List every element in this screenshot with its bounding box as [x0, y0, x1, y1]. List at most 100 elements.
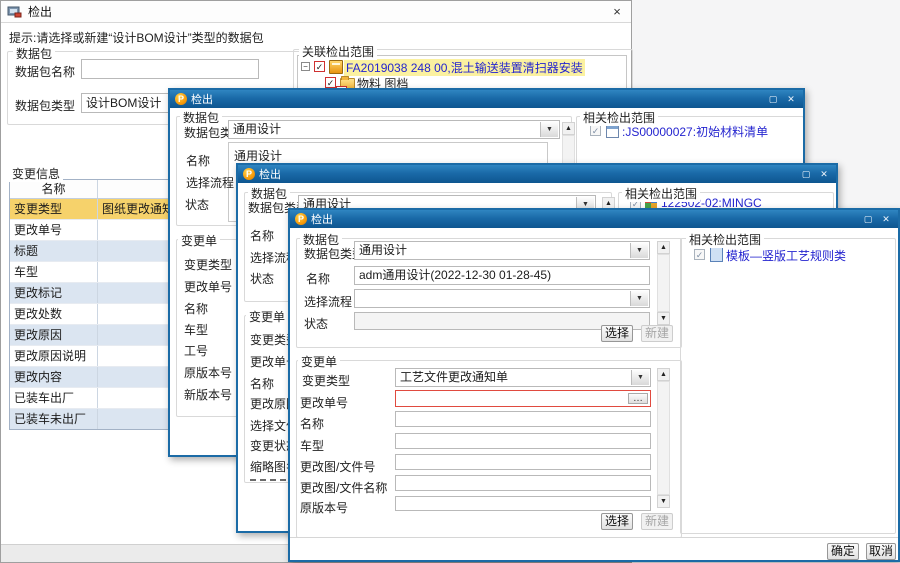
- maximize-icon[interactable]: ▢: [799, 168, 813, 180]
- w4-pkg-select-button[interactable]: 选择: [601, 325, 633, 342]
- w3-name-label: 名称: [250, 227, 274, 244]
- w1-scope-group-label: 关联检出范围: [299, 43, 377, 60]
- w4-pkg-new-button[interactable]: 新建: [641, 325, 673, 342]
- w4-status-label: 状态: [304, 315, 328, 332]
- w4-scope-group-label: 相关检出范围: [686, 231, 764, 248]
- w2-status-label: 状态: [185, 196, 209, 213]
- w4-scope-groupbox: [680, 238, 896, 534]
- ok-button[interactable]: 确定: [827, 543, 859, 560]
- w4-change-group-label: 变更单: [298, 353, 340, 370]
- w1-change-info-label: 变更信息: [9, 165, 63, 182]
- w1-titlebar[interactable]: 检出 ×: [1, 1, 631, 23]
- w3-titlebar[interactable]: P 检出 ▢ ✕: [238, 165, 836, 183]
- document-icon: [606, 124, 619, 138]
- w4-drawing-name-input[interactable]: [395, 475, 651, 491]
- w3-status-label: 状态: [250, 270, 274, 287]
- table-row[interactable]: 更改内容: [10, 367, 172, 388]
- document-icon: [710, 247, 723, 262]
- w2-list-item[interactable]: 通用设计: [234, 147, 552, 164]
- w1-package-name-input[interactable]: [81, 59, 259, 79]
- scroll-up-icon[interactable]: ▲: [562, 122, 575, 135]
- w4-chg-new-button[interactable]: 新建: [641, 513, 673, 530]
- scroll-down-icon[interactable]: ▼: [657, 312, 670, 325]
- w4-change-type-label: 变更类型: [302, 372, 350, 389]
- w2-name-label: 名称: [186, 152, 210, 169]
- w4-chg-label: 原版本号: [300, 499, 348, 516]
- col-value-header: [98, 180, 172, 198]
- w4-change-type-combo[interactable]: 工艺文件更改通知单 ▼: [395, 368, 651, 387]
- chevron-down-icon[interactable]: ▼: [631, 370, 649, 385]
- w4-change-no-input[interactable]: …: [395, 390, 651, 407]
- table-row[interactable]: 变更类型图纸更改通知单: [10, 199, 172, 220]
- p-logo-icon: P: [175, 93, 187, 105]
- w4-scope-checkbox[interactable]: ✓: [694, 249, 705, 260]
- w4-chg-label: 名称: [300, 415, 324, 432]
- w4-chg-label: 更改图/文件号: [300, 458, 375, 475]
- chevron-down-icon[interactable]: ▼: [630, 243, 648, 258]
- w4-flow-combo[interactable]: ▼: [354, 289, 650, 308]
- table-row[interactable]: 车型: [10, 262, 172, 283]
- w4-scope-item[interactable]: 模板—竖版工艺规则类: [726, 247, 846, 264]
- table-row[interactable]: 更改单号: [10, 220, 172, 241]
- w4-chg-label: 更改图/文件名称: [300, 479, 387, 496]
- tree-root-label[interactable]: FA2019038 248 00,混土输送装置清扫器安装: [344, 59, 585, 76]
- close-icon[interactable]: ×: [609, 4, 625, 20]
- p-logo-icon: P: [243, 168, 255, 180]
- w4-chg-select-button[interactable]: 选择: [601, 513, 633, 530]
- table-row[interactable]: 更改原因: [10, 325, 172, 346]
- w4-chg-label: 更改单号: [300, 394, 348, 411]
- close-icon[interactable]: ✕: [817, 168, 831, 180]
- close-icon[interactable]: ✕: [879, 213, 893, 225]
- w4-chg-name-input[interactable]: [395, 411, 651, 427]
- w2-scope-group-label: 相关检出范围: [580, 109, 658, 126]
- w4-name-label: 名称: [306, 270, 330, 287]
- w2-package-type-combo[interactable]: 通用设计 ▼: [228, 120, 560, 139]
- table-row[interactable]: 更改标记: [10, 283, 172, 304]
- scroll-up-icon[interactable]: ▲: [657, 241, 670, 254]
- w2-chg-label: 更改单号: [184, 278, 232, 295]
- w3-chg-label: 名称: [250, 375, 274, 392]
- table-header: 名称: [10, 180, 172, 199]
- scroll-down-icon[interactable]: ▼: [657, 495, 670, 508]
- table-row[interactable]: 更改处数: [10, 304, 172, 325]
- w4-title: 检出: [311, 211, 333, 227]
- w2-titlebar[interactable]: P 检出 ▢ ✕: [170, 90, 803, 108]
- browse-icon[interactable]: …: [628, 393, 648, 404]
- w4-package-type-combo[interactable]: 通用设计 ▼: [354, 241, 650, 260]
- maximize-icon[interactable]: ▢: [766, 93, 780, 105]
- w2-change-group-label: 变更单: [178, 232, 220, 249]
- chevron-down-icon[interactable]: ▼: [630, 291, 648, 306]
- w4-old-version-input[interactable]: [395, 496, 651, 511]
- table-row[interactable]: 已装车未出厂: [10, 409, 172, 429]
- w4-flow-label: 选择流程: [304, 293, 352, 310]
- table-row[interactable]: 更改原因说明: [10, 346, 172, 367]
- w4-package-group-label: 数据包: [300, 231, 342, 248]
- tree-root-checkbox[interactable]: ✓: [314, 61, 325, 72]
- w2-chg-label: 变更类型: [184, 256, 232, 273]
- w4-pkg-scrollbar[interactable]: [657, 254, 670, 312]
- chevron-down-icon[interactable]: ▼: [540, 122, 558, 137]
- table-row[interactable]: 标题: [10, 241, 172, 262]
- maximize-icon[interactable]: ▢: [861, 213, 875, 225]
- w2-scope-checkbox[interactable]: ✓: [590, 125, 601, 136]
- app-icon: [7, 5, 22, 18]
- w3-package-group-label: 数据包: [248, 185, 290, 202]
- p-logo-icon: P: [295, 213, 307, 225]
- w2-flow-label: 选择流程: [186, 174, 234, 191]
- w4-titlebar[interactable]: P 检出 ▢ ✕: [290, 210, 898, 228]
- change-info-table: 名称 变更类型图纸更改通知单 更改单号 标题 车型 更改标记 更改处数 更改原因…: [9, 179, 173, 430]
- tree-child-checkbox[interactable]: ✓: [325, 77, 336, 88]
- w4-drawing-no-input[interactable]: [395, 454, 651, 470]
- w2-chg-label: 原版本号: [184, 364, 232, 381]
- w4-vehicle-input[interactable]: [395, 433, 651, 449]
- w4-name-input[interactable]: adm通用设计(2022-12-30 01-28-45): [354, 266, 650, 285]
- scroll-up-icon[interactable]: ▲: [657, 368, 670, 381]
- close-icon[interactable]: ✕: [784, 93, 798, 105]
- table-row[interactable]: 已装车出厂: [10, 388, 172, 409]
- tree-collapse-icon[interactable]: −: [301, 62, 310, 71]
- cancel-button[interactable]: 取消: [866, 543, 896, 560]
- w2-chg-label: 名称: [184, 300, 208, 317]
- w2-chg-label: 工号: [184, 342, 208, 359]
- w4-chg-label: 车型: [300, 437, 324, 454]
- w4-chg-scrollbar[interactable]: [657, 381, 670, 495]
